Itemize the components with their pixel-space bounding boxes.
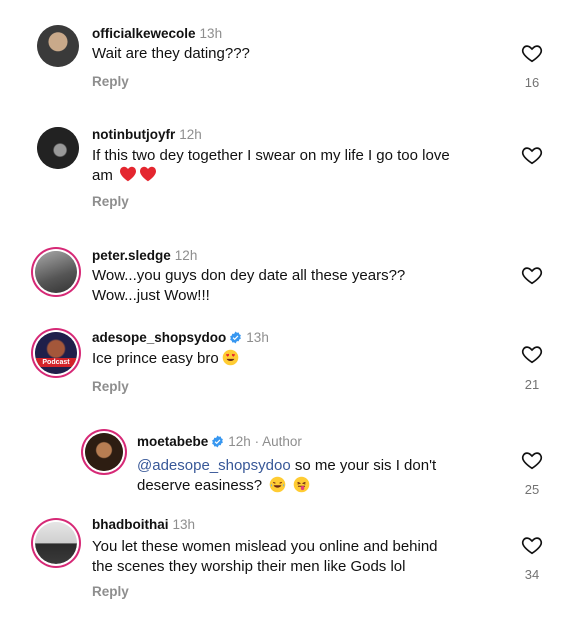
- like-count: 25: [524, 482, 540, 497]
- avatar[interactable]: [35, 522, 77, 564]
- comment-text-fragment: deserve easiness?: [137, 477, 263, 494]
- comment-time: 13h: [199, 26, 223, 41]
- comment-text-fragment: Ice prince easy bro: [92, 350, 219, 367]
- reply-button[interactable]: Reply: [92, 194, 129, 209]
- comment-text-line: You let these women mislead you online a…: [92, 538, 438, 555]
- comment-text: Wow...you guys don dey date all these ye…: [92, 266, 512, 306]
- avatar[interactable]: [37, 25, 79, 67]
- comment-text-fragment: so me your sis I don't: [290, 457, 437, 474]
- verified-badge-icon: [212, 435, 224, 448]
- comment-text-line: @adesope_shopsydoo so me your sis I don'…: [137, 456, 507, 476]
- comment-text-line: deserve easiness?: [137, 476, 507, 496]
- mention-link[interactable]: @adesope_shopsydoo: [137, 457, 291, 474]
- red-heart-emoji-icon: [140, 166, 157, 182]
- comment-text: Ice prince easy bro: [92, 349, 512, 369]
- comment-text-fragment: am: [92, 167, 113, 184]
- comment-time: 12h: [179, 127, 202, 142]
- heart-icon[interactable]: [521, 343, 543, 365]
- reply-button[interactable]: Reply: [92, 584, 129, 599]
- heart-icon[interactable]: [521, 449, 543, 471]
- comment-username[interactable]: officialkewecole: [92, 26, 196, 41]
- author-separator: ·: [250, 434, 263, 449]
- comment-time: 13h: [172, 517, 196, 532]
- comment-text-line: Wow...you guys don dey date all these ye…: [92, 267, 406, 284]
- comment-text: You let these women mislead you online a…: [92, 537, 512, 577]
- comment-text-line: the scenes they worship their men like G…: [92, 558, 406, 575]
- tongue-wink-emoji-icon: [294, 476, 310, 493]
- comment-username[interactable]: peter.sledge: [92, 248, 171, 263]
- heart-eyes-emoji-icon: [222, 349, 239, 366]
- avatar[interactable]: [35, 251, 77, 293]
- heart-icon[interactable]: [521, 42, 543, 64]
- comment-text-line: Wow...just Wow!!!: [92, 287, 210, 304]
- comment-username[interactable]: adesope_shopsydoo: [92, 330, 226, 345]
- comment-username[interactable]: moetabebe: [137, 434, 208, 449]
- comment-time: 12h: [228, 434, 251, 449]
- comment-time: 13h: [246, 330, 269, 345]
- reply-button[interactable]: Reply: [92, 74, 129, 89]
- avatar[interactable]: Podcast: [35, 332, 77, 374]
- author-label: Author: [262, 434, 302, 449]
- comment-text: Wait are they dating???: [92, 45, 250, 62]
- comment-text-line: am: [92, 166, 512, 186]
- red-heart-emoji-icon: [120, 166, 137, 182]
- heart-icon[interactable]: [521, 144, 543, 166]
- comment-time: 12h: [174, 248, 198, 263]
- reply-button[interactable]: Reply: [92, 379, 129, 394]
- avatar[interactable]: [37, 127, 79, 169]
- comment-username[interactable]: notinbutjoyfr: [92, 127, 175, 142]
- like-count: 16: [524, 75, 540, 90]
- heart-icon[interactable]: [521, 534, 543, 556]
- verified-badge-icon: [230, 331, 242, 344]
- avatar-podcast-label: Podcast: [35, 358, 77, 367]
- avatar[interactable]: [85, 433, 123, 471]
- comment-text-line: If this two dey together I swear on my l…: [92, 147, 450, 164]
- comment-text: If this two dey together I swear on my l…: [92, 146, 512, 186]
- like-count: 21: [524, 377, 540, 392]
- laughing-tears-emoji-icon: [269, 476, 286, 493]
- comment-username[interactable]: bhadboithai: [92, 517, 169, 532]
- heart-icon[interactable]: [521, 264, 543, 286]
- like-count: 34: [524, 567, 540, 582]
- comment-text: @adesope_shopsydoo so me your sis I don'…: [137, 456, 507, 496]
